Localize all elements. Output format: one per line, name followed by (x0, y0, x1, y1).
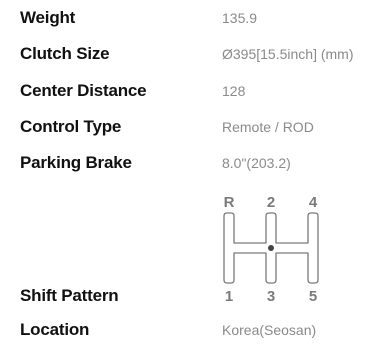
spec-row-location: Location Korea(Seosan) (20, 318, 387, 342)
gear-label-bottom: 1 (225, 288, 233, 305)
spec-label: Shift Pattern (20, 286, 119, 305)
spec-row-control-type: Control Type Remote / ROD (20, 115, 387, 139)
spec-value: Korea(Seosan) (222, 322, 317, 338)
spec-row-clutch-size: Clutch Size Ø395[15.5inch] (mm) (20, 42, 387, 66)
spec-row-parking-brake: Parking Brake 8.0"(203.2) (20, 151, 387, 175)
spec-label: Center Distance (20, 81, 147, 100)
neutral-position-dot (268, 245, 274, 251)
spec-label: Location (20, 320, 90, 339)
shift-pattern-h-gate-icon: R 2 4 1 3 5 (212, 190, 332, 306)
spec-value: Ø395[15.5inch] (mm) (222, 46, 354, 62)
spec-value: Remote / ROD (222, 119, 314, 135)
gear-label-bottom: 3 (267, 288, 275, 305)
spec-value: 135.9 (222, 10, 258, 26)
spec-row-weight: Weight 135.9 (20, 6, 387, 30)
gear-label-top: 4 (309, 194, 318, 211)
spec-label: Weight (20, 8, 76, 27)
spec-value: 8.0"(203.2) (222, 155, 291, 171)
spec-row-center-distance: Center Distance 128 (20, 79, 387, 103)
gear-label-top: 2 (267, 194, 275, 211)
gear-label-bottom: 5 (309, 288, 317, 305)
spec-label: Control Type (20, 117, 122, 136)
spec-value: 128 (222, 83, 246, 99)
spec-label: Parking Brake (20, 153, 132, 172)
gear-label-top: R (224, 194, 235, 211)
spec-label: Clutch Size (20, 44, 110, 63)
